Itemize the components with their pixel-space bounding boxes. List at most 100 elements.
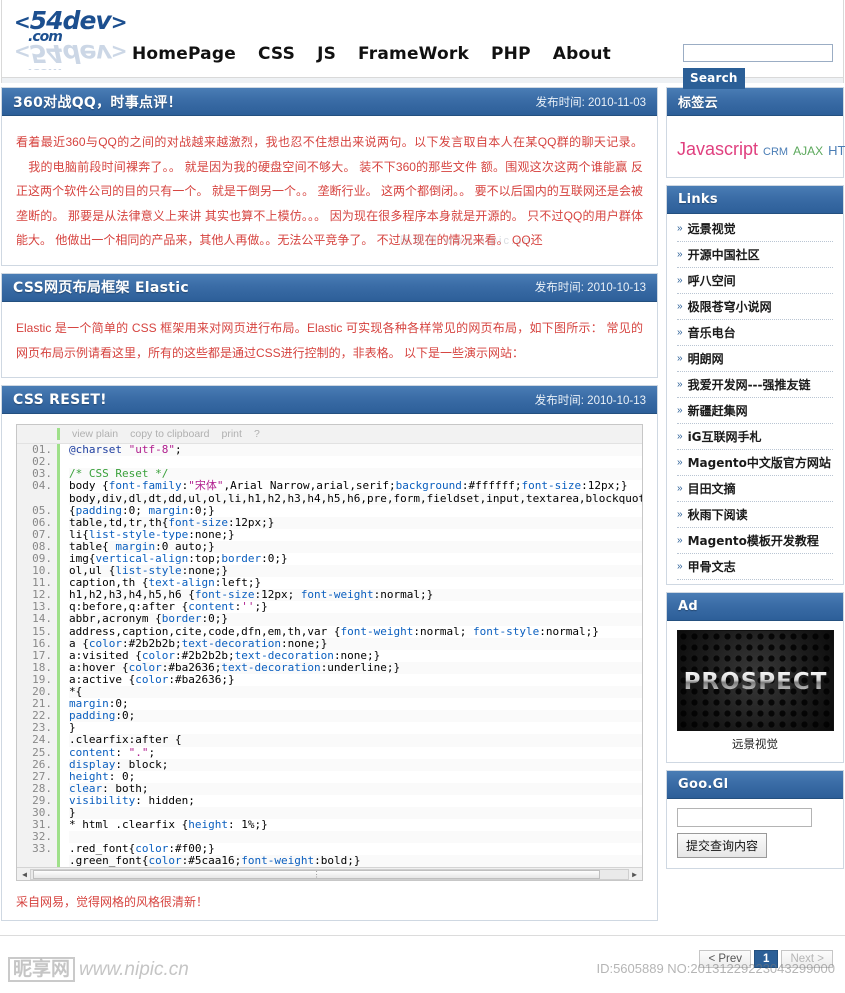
- link-list-item[interactable]: » Magento中文版官方网站: [677, 450, 833, 476]
- post-title[interactable]: CSS网页布局框架 Elastic: [13, 277, 189, 297]
- googl-submit-button[interactable]: 提交查询内容: [677, 833, 768, 858]
- print-link[interactable]: print: [222, 428, 242, 440]
- code-line-number: 04.: [32, 479, 52, 493]
- post-title[interactable]: 360对战QQ，时事点评！: [13, 92, 182, 112]
- help-link[interactable]: ?: [254, 428, 260, 440]
- link-item-label[interactable]: 新疆赶集网: [688, 402, 748, 419]
- copy-to-clipboard-link[interactable]: copy to clipboard: [130, 428, 209, 440]
- link-list-item[interactable]: » 呼八空间: [677, 268, 833, 294]
- link-item-label[interactable]: 呼八空间: [688, 272, 736, 289]
- nav-item-homepage[interactable]: HomePage: [132, 44, 236, 64]
- site-header: <54dev> .com .com <54dev> HomePage CSS J…: [1, 0, 844, 89]
- post-date-value: 2010-10-13: [587, 394, 646, 407]
- link-item-label[interactable]: 音乐电台: [688, 324, 736, 341]
- logo-reflection: .com <54dev>: [14, 39, 134, 70]
- code-toolbar: view plain copy to clipboard print ?: [17, 425, 642, 445]
- post-title[interactable]: CSS RESET!: [13, 392, 107, 408]
- post-article: CSS网页布局框架 Elastic 发布时间: 2010-10-13 Elast…: [1, 272, 658, 379]
- double-chevron-right-icon: »: [677, 509, 683, 520]
- link-item-label[interactable]: 开源中国社区: [688, 246, 760, 263]
- link-item-label[interactable]: Magento中文版官方网站: [688, 454, 831, 471]
- post-date: 发布时间: 2010-10-13: [535, 279, 646, 295]
- pagination-next-button[interactable]: Next >: [781, 950, 833, 968]
- link-item-label[interactable]: 目田文摘: [688, 480, 736, 497]
- site-footer: < Prev 1 Next > 昵享网 www.nipic.cn ID:56058…: [0, 935, 845, 993]
- logo-text: 54dev: [29, 8, 112, 35]
- pagination-prev-button[interactable]: < Prev: [699, 950, 752, 968]
- tagcloud-tag[interactable]: HTML: [828, 143, 845, 158]
- post-date-value: 2010-11-03: [588, 96, 646, 109]
- googl-panel: Goo.Gl 提交查询内容: [666, 770, 844, 869]
- view-plain-link[interactable]: view plain: [72, 428, 118, 440]
- link-item-label[interactable]: 远景视觉: [688, 220, 736, 237]
- main-navigation: HomePage CSS JS FrameWork PHP About: [132, 44, 611, 64]
- googl-body: 提交查询内容: [667, 799, 843, 868]
- link-list-item[interactable]: » 远景视觉: [677, 216, 833, 242]
- code-toolbar-actions: view plain copy to clipboard print ?: [57, 428, 260, 441]
- site-logo[interactable]: <54dev> .com .com <54dev>: [14, 8, 134, 70]
- search-input[interactable]: [683, 44, 833, 62]
- main-column: 360对战QQ，时事点评！ 发布时间: 2010-11-03 看着最近360与Q…: [1, 87, 658, 928]
- search-button[interactable]: Search: [683, 68, 745, 89]
- nav-item-js[interactable]: JS: [317, 44, 336, 64]
- link-list-item[interactable]: » 新疆赶集网: [677, 398, 833, 424]
- post-body: Elastic 是一个简单的 CSS 框架用来对网页进行布局。Elastic 可…: [2, 302, 657, 377]
- link-item-label[interactable]: 我爱开发网---强推友链: [688, 376, 811, 393]
- code-line-number: 27.: [32, 769, 52, 783]
- code-line: * html .clearfix {height: 1%;}: [69, 818, 268, 832]
- tagcloud-tag[interactable]: Javascript: [677, 139, 758, 159]
- post-date: 发布时间: 2010-11-03: [536, 94, 646, 110]
- links-body: » 远景视觉 » 开源中国社区 » 呼八空间 » 极限苍穹小说网 » 音乐电台 » 明朗网 » 我爱开发网…: [667, 214, 843, 584]
- scrollbar-thumb[interactable]: ⋮: [33, 869, 601, 879]
- link-list-item[interactable]: » iG互联网手札: [677, 424, 833, 450]
- nav-item-framework[interactable]: FrameWork: [358, 44, 469, 64]
- code-line: @charset "utf-8";: [69, 444, 642, 457]
- post-date-label: 发布时间:: [534, 282, 584, 295]
- link-list-item[interactable]: » 甲骨文志: [677, 554, 833, 580]
- scrollbar-track[interactable]: ⋮: [30, 868, 629, 880]
- link-item-label[interactable]: 极限苍穹小说网: [688, 298, 772, 315]
- link-list-item[interactable]: » 音乐电台: [677, 320, 833, 346]
- ad-caption[interactable]: 远景视觉: [677, 731, 833, 752]
- code-line: margin:0;: [69, 697, 129, 711]
- code-line-number: 15.: [32, 624, 52, 638]
- link-item-label[interactable]: 明朗网: [688, 350, 724, 367]
- nav-item-php[interactable]: PHP: [491, 44, 531, 64]
- link-item-label[interactable]: 秋雨下阅读: [688, 506, 748, 523]
- link-list-item[interactable]: » 秋雨下阅读: [677, 502, 833, 528]
- nav-item-css[interactable]: CSS: [258, 44, 295, 64]
- link-list-item[interactable]: » 开源中国社区: [677, 242, 833, 268]
- link-item-label[interactable]: iG互联网手札: [688, 428, 762, 445]
- link-list-item[interactable]: » 我爱开发网---强推友链: [677, 372, 833, 398]
- nipic-watermark: 昵享网 www.nipic.cn: [8, 954, 189, 982]
- link-item-label[interactable]: 甲骨文志: [688, 558, 736, 575]
- links-title: Links: [667, 186, 843, 214]
- pagination-page-1[interactable]: 1: [754, 950, 779, 968]
- link-list-item[interactable]: » Magento模板开发教程: [677, 528, 833, 554]
- link-list-item[interactable]: » 目田文摘: [677, 476, 833, 502]
- post-article: 360对战QQ，时事点评！ 发布时间: 2010-11-03 看着最近360与Q…: [1, 87, 658, 266]
- code-source-lines[interactable]: @charset "utf-8"; /* CSS Reset */body {f…: [57, 444, 642, 868]
- double-chevron-right-icon: »: [677, 457, 683, 468]
- logo-bracket-right: >: [110, 10, 128, 34]
- tagcloud-tag[interactable]: AJAX: [793, 144, 823, 158]
- code-line-number: 24.: [32, 733, 52, 747]
- link-item-label[interactable]: Magento模板开发教程: [688, 532, 819, 549]
- tagcloud-tag[interactable]: CRM: [763, 146, 788, 158]
- logo-reflection-text: 54dev: [29, 39, 111, 68]
- tagcloud-list: JavascriptCRMAJAXHTMLCSSLinuxSmartyThink…: [667, 116, 845, 177]
- code-horizontal-scrollbar[interactable]: ◀ ⋮ ▶: [17, 867, 642, 881]
- post-body: 看着最近360与QQ的之间的对战越来越激烈，我也忍不住想出来说两句。以下发言取自…: [2, 116, 657, 265]
- code-line: display: block;: [69, 758, 642, 771]
- double-chevron-right-icon: »: [677, 379, 683, 390]
- double-chevron-right-icon: »: [677, 431, 683, 442]
- double-chevron-right-icon: »: [677, 353, 683, 364]
- nav-item-about[interactable]: About: [553, 44, 611, 64]
- scroll-left-arrow-icon[interactable]: ◀: [19, 870, 30, 879]
- link-list-item[interactable]: » 明朗网: [677, 346, 833, 372]
- ad-banner-image[interactable]: PROSPECT: [677, 630, 834, 731]
- post-header: CSS RESET! 发布时间: 2010-10-13: [2, 386, 657, 415]
- link-list-item[interactable]: » 极限苍穹小说网: [677, 294, 833, 320]
- scroll-right-arrow-icon[interactable]: ▶: [629, 870, 640, 879]
- googl-url-input[interactable]: [677, 808, 812, 827]
